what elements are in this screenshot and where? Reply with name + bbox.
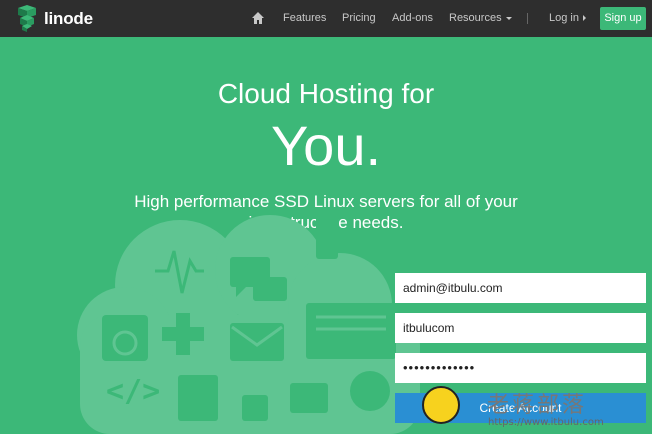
- hero-title: Cloud Hosting for: [217, 78, 435, 109]
- server-rack-icon: [178, 375, 218, 421]
- username-field[interactable]: itbulucom: [395, 313, 646, 343]
- watermark-text: 老蒋部落: [487, 393, 588, 418]
- code-brackets-icon: </>: [106, 374, 160, 409]
- browser-window-icon: [306, 303, 396, 359]
- signup-button[interactable]: Sign up: [600, 7, 646, 30]
- nav-pricing[interactable]: Pricing: [342, 0, 376, 37]
- password-field[interactable]: •••••••••••••: [395, 353, 646, 383]
- gear-icon: [350, 371, 390, 411]
- mobile-phone-icon: [316, 215, 338, 259]
- nav-features[interactable]: Features: [283, 0, 326, 37]
- nav-addons[interactable]: Add-ons: [392, 0, 433, 37]
- nav-resources-label: Resources: [449, 12, 502, 24]
- top-navbar: linode Features Pricing Add-ons Resource…: [0, 0, 652, 37]
- hero-title-emphasis: You.: [270, 114, 382, 177]
- watermark-url: https://www.itbulu.com: [488, 417, 604, 428]
- chat-bubble-icon-2: [253, 277, 287, 301]
- linode-logo[interactable]: linode: [16, 5, 93, 32]
- padlock-icon: [242, 395, 268, 421]
- nav-resources[interactable]: Resources: [449, 0, 512, 37]
- email-field[interactable]: admin@itbulu.com: [395, 273, 646, 303]
- logo-text: linode: [44, 8, 93, 28]
- video-camera-icon: [290, 383, 328, 413]
- chevron-right-icon: [582, 15, 586, 22]
- nav-login[interactable]: Log in: [549, 0, 586, 37]
- envelope-icon: [230, 323, 284, 361]
- nav-divider: [527, 13, 528, 24]
- chevron-down-icon: [505, 16, 512, 20]
- nav-login-label: Log in: [549, 12, 579, 24]
- home-icon[interactable]: [252, 12, 264, 24]
- watermark-pencil-icon: [422, 386, 460, 424]
- cloud-illustration: </>: [77, 215, 420, 434]
- linode-cube-icon: [18, 5, 36, 32]
